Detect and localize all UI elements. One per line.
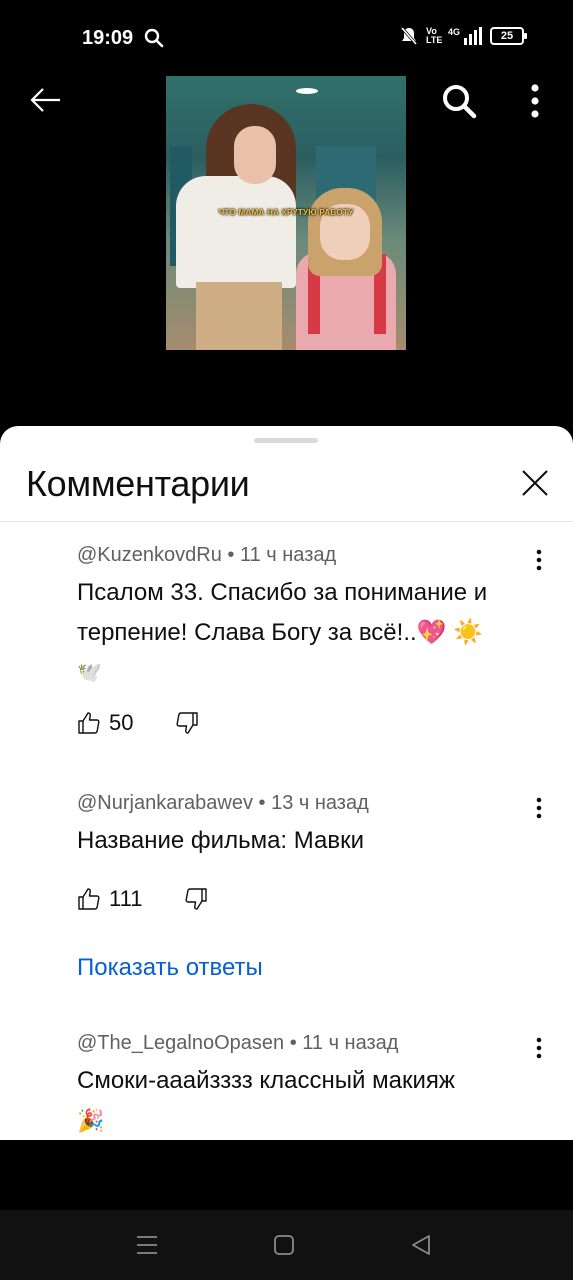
comments-sheet: Комментарии @KuzenkovdRu • 11 ч назад Пс… [0, 426, 573, 1140]
comment-actions: 111 [77, 883, 573, 915]
comment-meta: @The_LegalnoOpasen • 11 ч назад [77, 1032, 399, 1054]
comment-item: @The_LegalnoOpasen • 11 ч назад Смоки-аа… [77, 1032, 573, 1140]
comment-text: Название фильма: Мавки [77, 827, 365, 854]
comment-text: Смоки-ааайзззз классный макияж 🎉 [77, 1061, 573, 1140]
comments-title: Комментарии [26, 463, 250, 504]
comment-time: 13 ч назад [271, 792, 369, 814]
comment-text: Псалом 33. Спасибо за понимание и терпен… [77, 573, 573, 693]
search-icon [144, 28, 164, 48]
thumb-down-icon[interactable] [175, 711, 199, 735]
video-frame-light [296, 88, 318, 94]
close-icon[interactable] [519, 467, 551, 499]
comment-time: 11 ч назад [302, 1032, 399, 1054]
more-vert-icon[interactable] [520, 82, 550, 120]
comment-more-icon[interactable] [535, 1036, 543, 1060]
back-arrow-icon[interactable] [28, 82, 64, 118]
like-count: 111 [109, 886, 143, 911]
battery-level: 25 [500, 30, 514, 42]
comment-more-icon[interactable] [535, 796, 543, 820]
menu-icon[interactable] [136, 1234, 158, 1256]
network-type: 4G [448, 27, 461, 37]
emoji: 🎉 [77, 1108, 105, 1133]
video-caption: ЧТО МАМА НА КРУТУЮ РАБОТУ [218, 208, 354, 217]
back-icon[interactable] [410, 1234, 432, 1256]
status-bar: 19:09 Vo LTE 4G 25 [0, 0, 573, 76]
comment-meta: @Nurjankarabawev • 13 ч назад [77, 792, 369, 814]
home-icon[interactable] [273, 1234, 295, 1256]
status-time: 19:09 [82, 27, 134, 49]
thumb-up-icon[interactable] [77, 887, 101, 911]
search-icon[interactable] [440, 82, 478, 120]
battery-icon: 25 [490, 27, 528, 45]
volte-icon: Vo LTE [426, 26, 443, 45]
drag-handle[interactable] [254, 438, 318, 443]
like-count: 50 [109, 710, 134, 735]
signal-icon: 4G [448, 27, 483, 45]
emoji: 🕊️ [77, 662, 102, 684]
comment-meta: @KuzenkovdRu • 11 ч назад [77, 544, 337, 566]
emoji: 💖 ☀️ [416, 619, 484, 646]
comment-actions: 50 [77, 707, 573, 739]
status-icons: Vo LTE 4G 25 [400, 26, 528, 46]
comment-author[interactable]: @The_LegalnoOpasen [77, 1032, 284, 1054]
comment-author[interactable]: @Nurjankarabawev [77, 792, 253, 814]
comment-time: 11 ч назад [239, 544, 337, 566]
video-player[interactable]: ЧТО МАМА НА КРУТУЮ РАБОТУ [166, 76, 406, 350]
mute-icon [400, 27, 418, 45]
comment-item: @KuzenkovdRu • 11 ч назад Псалом 33. Спа… [77, 544, 573, 739]
divider [0, 521, 573, 522]
show-replies-link[interactable]: Показать ответы [77, 954, 263, 982]
thumb-down-icon[interactable] [184, 887, 208, 911]
thumb-up-icon[interactable] [77, 711, 101, 735]
comment-more-icon[interactable] [535, 548, 543, 572]
system-nav-bar [0, 1210, 573, 1280]
comment-author[interactable]: @KuzenkovdRu [77, 544, 222, 566]
comment-item: @Nurjankarabawev • 13 ч назад Название ф… [77, 792, 573, 915]
